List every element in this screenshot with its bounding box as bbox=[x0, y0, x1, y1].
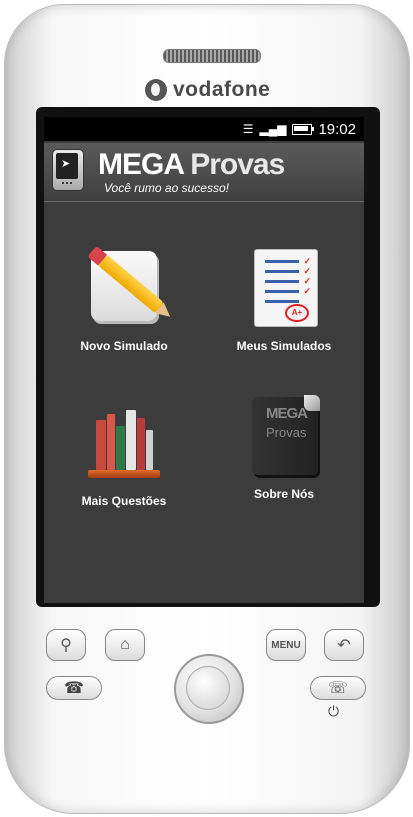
menu-item-sobre-nos[interactable]: MEGA Provas Sobre Nós bbox=[209, 395, 359, 501]
books-icon bbox=[88, 402, 160, 482]
app-header: ➤ MEGA Provas Você rumo ao sucesso! bbox=[44, 143, 364, 202]
checklist-icon: ✓ ✓ ✓ ✓ A+ bbox=[248, 247, 320, 327]
status-time: 19:02 bbox=[318, 120, 356, 138]
end-call-button[interactable]: ☏ bbox=[310, 676, 366, 700]
menu-item-novo-simulado[interactable]: Novo Simulado bbox=[49, 247, 199, 353]
notebook-icon: MEGA Provas bbox=[248, 395, 320, 475]
battery-icon bbox=[292, 123, 315, 135]
menu-item-label: Mais Questões bbox=[81, 494, 167, 508]
app-logo-icon: ➤ bbox=[52, 149, 84, 191]
end-call-icon: ☏ bbox=[327, 680, 348, 697]
search-button[interactable]: ⚲ bbox=[46, 629, 86, 661]
menu-item-label: Novo Simulado bbox=[80, 339, 168, 353]
menu-item-label: Meus Simulados bbox=[236, 339, 332, 353]
back-button[interactable]: ↶ bbox=[324, 629, 364, 661]
menu-button[interactable]: MENU bbox=[266, 629, 306, 661]
vodafone-logo-icon bbox=[145, 79, 167, 101]
app-title-rest: Provas bbox=[190, 148, 285, 181]
status-bar: ☰ ▂▄▆ 19:02 bbox=[44, 117, 364, 141]
notebook-subtitle: Provas bbox=[266, 425, 307, 440]
earpiece-speaker bbox=[163, 49, 261, 63]
grade-badge: A+ bbox=[285, 304, 309, 322]
menu-button-label: MENU bbox=[271, 639, 301, 651]
trackball[interactable] bbox=[174, 654, 244, 724]
screen: ☰ ▂▄▆ 19:02 ➤ MEGA Provas Você rumo ao s… bbox=[44, 117, 364, 603]
app-title-bold: MEGA bbox=[98, 148, 184, 181]
menu-item-meus-simulados[interactable]: ✓ ✓ ✓ ✓ A+ Meus Simulados bbox=[209, 247, 359, 353]
home-button[interactable]: ⌂ bbox=[105, 629, 145, 661]
signal-icon: ▂▄▆ bbox=[259, 122, 287, 136]
menu-item-mais-questoes[interactable]: Mais Questões bbox=[49, 402, 199, 508]
call-button[interactable]: ☎ bbox=[46, 676, 102, 700]
pencil-paper-icon bbox=[88, 247, 164, 327]
search-icon: ⚲ bbox=[60, 637, 72, 654]
back-arrow-icon: ↶ bbox=[337, 637, 351, 654]
home-icon: ⌂ bbox=[120, 636, 130, 653]
call-icon: ☎ bbox=[64, 680, 84, 697]
wifi-icon: ☰ bbox=[242, 122, 254, 136]
app-title: MEGA Provas bbox=[98, 148, 285, 182]
power-icon: ⏻ bbox=[328, 703, 340, 719]
notebook-title: MEGA bbox=[266, 405, 308, 422]
carrier-brand: vodafone bbox=[145, 75, 270, 105]
carrier-name: vodafone bbox=[173, 78, 271, 101]
app-subtitle: Você rumo ao sucesso! bbox=[104, 181, 229, 195]
menu-item-label: Sobre Nós bbox=[253, 487, 314, 501]
